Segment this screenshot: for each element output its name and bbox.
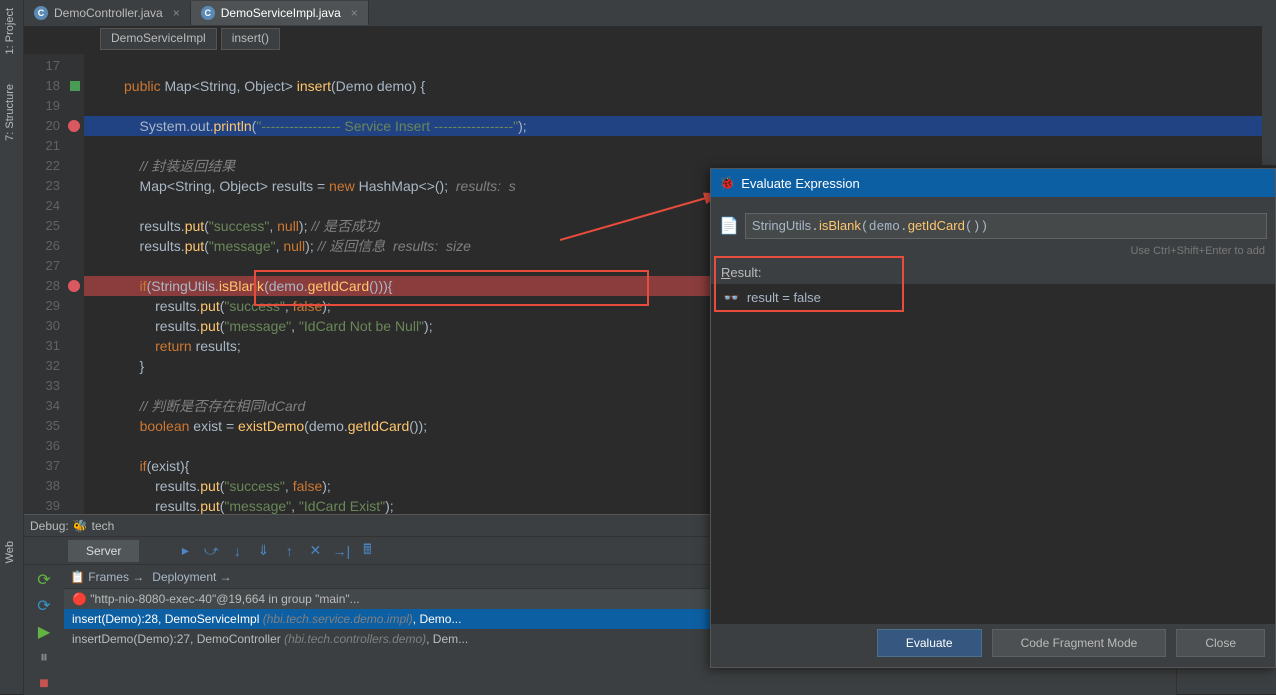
step-out-icon[interactable]: ↑ bbox=[279, 541, 299, 561]
resume-icon[interactable]: ▶ bbox=[35, 623, 53, 641]
structure-tool-button[interactable]: 7: Structure bbox=[4, 84, 16, 141]
right-rail bbox=[1262, 0, 1276, 165]
drop-frame-icon[interactable]: ✕ bbox=[305, 541, 325, 561]
result-panel[interactable]: 👓 result = false bbox=[711, 284, 1275, 624]
expression-history-icon[interactable]: 📄 bbox=[719, 216, 739, 236]
watch-icon: 👓 bbox=[723, 290, 739, 305]
server-tab[interactable]: Server bbox=[68, 540, 139, 562]
java-class-icon: C bbox=[201, 6, 215, 20]
tab-demoserviceimpl[interactable]: C DemoServiceImpl.java × bbox=[191, 1, 369, 25]
result-label: Result: bbox=[711, 257, 1275, 284]
stop-icon[interactable]: ■ bbox=[35, 675, 53, 693]
debug-title: Debug: bbox=[30, 519, 69, 533]
close-icon[interactable]: × bbox=[351, 6, 358, 20]
dialog-title-bar[interactable]: 🐞 Evaluate Expression bbox=[711, 169, 1275, 197]
debug-left-icons: ⟳ ⟳ ▶ ⏸ ■ bbox=[24, 565, 64, 695]
expression-input[interactable]: StringUtils.isBlank(demo.getIdCard()) bbox=[745, 213, 1267, 239]
pause-icon[interactable]: ⏸ bbox=[35, 649, 53, 667]
breadcrumb-method[interactable]: insert() bbox=[221, 28, 280, 50]
dialog-title: Evaluate Expression bbox=[741, 176, 860, 191]
breadcrumb-class[interactable]: DemoServiceImpl bbox=[100, 28, 217, 50]
editor-tabs: C DemoController.java × C DemoServiceImp… bbox=[24, 0, 1276, 26]
result-row[interactable]: 👓 result = false bbox=[723, 290, 1263, 306]
close-icon[interactable]: × bbox=[173, 6, 180, 20]
evaluate-expression-dialog: 🐞 Evaluate Expression 📄 StringUtils.isBl… bbox=[710, 168, 1276, 668]
breadcrumb: DemoServiceImpl insert() bbox=[100, 28, 280, 50]
gutter[interactable]: 17 18 19 20 21 22 23 24 25 26 27 28 29 3… bbox=[24, 54, 84, 514]
code-fragment-mode-button[interactable]: Code Fragment Mode bbox=[992, 629, 1167, 657]
project-tool-button[interactable]: 1: Project bbox=[4, 8, 16, 54]
bug-icon: 🐞 bbox=[719, 175, 735, 191]
breakpoint-icon[interactable] bbox=[68, 280, 80, 292]
left-tool-rail: 1: Project 7: Structure Web bbox=[0, 0, 24, 694]
evaluate-expression-icon[interactable]: 🖩 bbox=[357, 541, 377, 561]
hint-text: Use Ctrl+Shift+Enter to add bbox=[711, 245, 1275, 257]
rerun-icon[interactable]: ⟳ bbox=[35, 571, 53, 589]
run-to-cursor-icon[interactable]: →| bbox=[331, 541, 351, 561]
breakpoint-icon[interactable] bbox=[68, 120, 80, 132]
frames-tab[interactable]: 📋 Frames → bbox=[70, 570, 144, 584]
java-class-icon: C bbox=[34, 6, 48, 20]
step-over-icon[interactable]: ⤻ bbox=[201, 541, 221, 561]
force-step-into-icon[interactable]: ⇓ bbox=[253, 541, 273, 561]
dialog-buttons: Evaluate Code Fragment Mode Close bbox=[711, 629, 1275, 657]
web-tool-button[interactable]: Web bbox=[4, 541, 16, 563]
override-gutter-icon[interactable] bbox=[70, 81, 80, 91]
evaluate-button[interactable]: Evaluate bbox=[877, 629, 982, 657]
tab-label: DemoServiceImpl.java bbox=[221, 6, 341, 20]
update-icon[interactable]: ⟳ bbox=[35, 597, 53, 615]
debug-config: tech bbox=[92, 519, 115, 533]
deployment-tab[interactable]: Deployment → bbox=[152, 570, 231, 584]
bee-icon: 🐝 bbox=[73, 519, 88, 533]
step-into-icon[interactable]: ↓ bbox=[227, 541, 247, 561]
close-button[interactable]: Close bbox=[1176, 629, 1265, 657]
show-execution-point-icon[interactable]: ▸ bbox=[175, 541, 195, 561]
tab-democontroller[interactable]: C DemoController.java × bbox=[24, 1, 191, 25]
tab-label: DemoController.java bbox=[54, 6, 163, 20]
